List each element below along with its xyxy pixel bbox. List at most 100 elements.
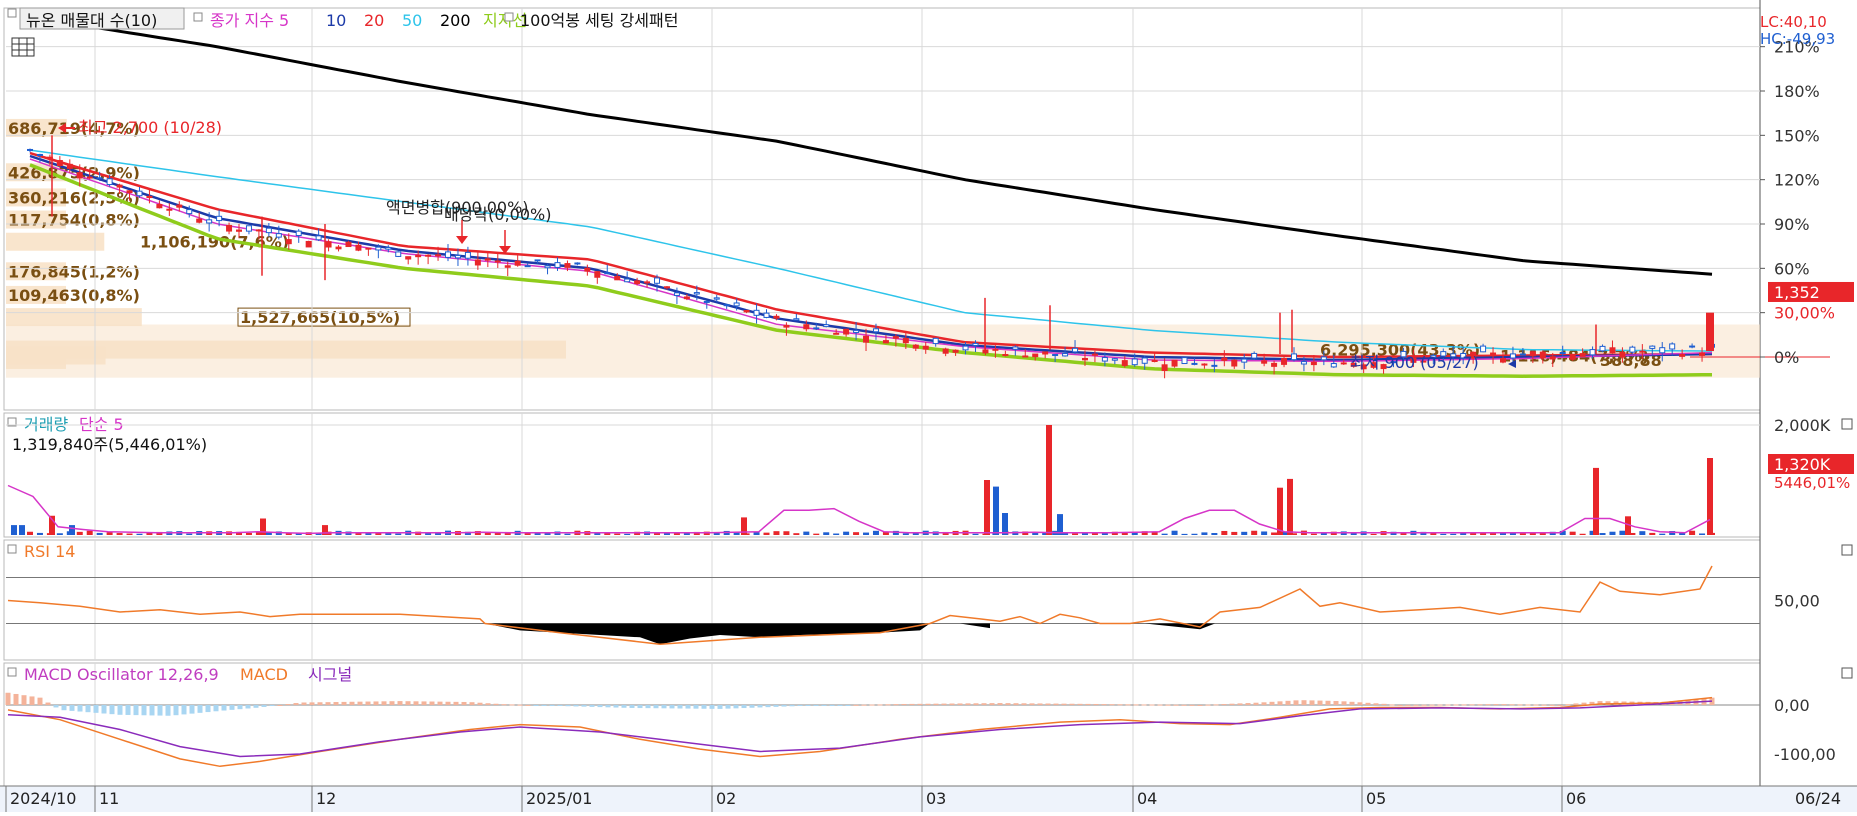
volume-y-tick: 2,000K: [1774, 416, 1831, 435]
oscillator-bar: [389, 701, 395, 705]
oscillator-bar: [981, 703, 987, 705]
candle-body: [126, 190, 133, 194]
oscillator-bar: [1133, 704, 1139, 706]
oscillator-bar: [429, 701, 435, 705]
candle-body: [1559, 351, 1566, 354]
volume-bar: [654, 533, 661, 535]
volume-profile-label: 360,216(2,5%): [8, 188, 140, 207]
candle-body: [1529, 351, 1536, 357]
oscillator-bar: [109, 705, 115, 715]
candle-body: [445, 251, 452, 258]
legend-item[interactable]: 10: [326, 11, 346, 30]
oscillator-bar: [1525, 704, 1531, 706]
candle-body: [1679, 354, 1686, 357]
oscillator-bar: [293, 703, 299, 705]
oscillator-bar: [205, 705, 211, 713]
candle-body: [773, 315, 780, 319]
oscillator-bar: [845, 705, 851, 706]
oscillator-bar: [1509, 704, 1515, 706]
candle-body: [295, 230, 302, 237]
volume-bar: [783, 531, 790, 535]
oscillator-bar: [685, 705, 691, 709]
indicator-title[interactable]: 뉴온 매물대 수(10): [26, 11, 157, 30]
close-icon[interactable]: [1841, 667, 1853, 679]
candle-body: [1081, 357, 1088, 361]
pattern-toggle-icon[interactable]: [504, 12, 514, 22]
macd-toggle-icon[interactable]: [7, 667, 17, 677]
chart-window: 686,719(4,7%) 426,875(2,9%) 360,216(2,5%) 1…: [0, 0, 1857, 812]
candle-body: [1221, 357, 1228, 361]
candle-body: [464, 251, 471, 259]
volume-bar: [1649, 532, 1656, 535]
oscillator-bar: [1229, 703, 1235, 705]
volume-profile-label: 117,754(0,8%): [8, 211, 140, 230]
candle-body: [1330, 363, 1337, 368]
candle-body: [823, 324, 830, 328]
rsi-y-tick: 50,00: [1774, 592, 1820, 611]
candle-body: [624, 278, 631, 283]
legend-item[interactable]: 200: [440, 11, 471, 30]
volume-bar: [1569, 531, 1576, 535]
candle-body: [892, 336, 899, 339]
oscillator-bar: [61, 705, 67, 711]
oscillator-bar: [285, 704, 291, 706]
candle-body: [355, 244, 362, 251]
high-annotation: 최고 2,700 (10/28): [78, 118, 222, 137]
y-tick-label: 90%: [1774, 215, 1810, 234]
candle-body: [992, 348, 999, 351]
legend-item[interactable]: 종가 지수 5: [210, 11, 289, 30]
oscillator-bar: [525, 704, 531, 706]
volume-bar: [673, 533, 680, 535]
close-icon[interactable]: [1841, 418, 1853, 430]
oscillator-bar: [1125, 704, 1131, 706]
oscillator-bar: [533, 705, 539, 706]
hc-label: HC:-49,93: [1760, 30, 1835, 48]
oscillator-bar: [557, 705, 563, 706]
rsi-toggle-icon[interactable]: [7, 544, 17, 554]
oscillator-bar: [269, 705, 275, 706]
oscillator-bar: [1493, 704, 1499, 706]
oscillator-bar: [1045, 703, 1051, 705]
oscillator-bar: [1117, 704, 1123, 706]
candle-body: [524, 265, 531, 268]
volume-bar: [1699, 533, 1706, 535]
oscillator-bar: [669, 705, 675, 709]
grid-table-icon[interactable]: [11, 37, 35, 57]
candle-body: [1699, 352, 1706, 356]
candle-body: [86, 176, 93, 179]
candle-body: [1231, 359, 1238, 367]
candle-body: [1509, 353, 1516, 359]
date-label: 12: [316, 789, 336, 808]
candle-body: [1579, 353, 1586, 357]
oscillator-bar: [1325, 700, 1331, 705]
panel-frames: [0, 0, 1857, 812]
oscillator-bar: [1309, 700, 1315, 705]
oscillator-bar: [189, 705, 195, 714]
volume-bar: [564, 533, 571, 535]
candle-body: [116, 184, 123, 188]
oscillator-bar: [1413, 704, 1419, 706]
volume-bar: [1599, 533, 1606, 535]
legend-toggle-icon[interactable]: [193, 12, 203, 22]
legend-item[interactable]: 20: [364, 11, 384, 30]
candle-body: [1649, 345, 1656, 349]
volume-bar: [1081, 533, 1088, 535]
volume-bar: [803, 531, 810, 535]
oscillator-bar: [229, 705, 235, 710]
candle-body: [1101, 357, 1108, 362]
legend-item[interactable]: 50: [402, 11, 422, 30]
candle-body: [385, 247, 392, 250]
candle-body: [1569, 354, 1576, 360]
y-tick-label: 120%: [1774, 171, 1820, 190]
candle-body: [654, 277, 661, 284]
volume-bar: [823, 532, 830, 535]
volume-bar: [773, 531, 780, 535]
oscillator-bar: [733, 705, 739, 709]
oscillator-bar: [493, 703, 499, 705]
panel-toggle-icon[interactable]: [7, 8, 17, 18]
oscillator-bar: [709, 705, 715, 709]
candle-body: [534, 259, 541, 262]
close-icon[interactable]: [1841, 544, 1853, 556]
oscillator-bar: [989, 703, 995, 705]
volume-bar: [1593, 467, 1599, 535]
